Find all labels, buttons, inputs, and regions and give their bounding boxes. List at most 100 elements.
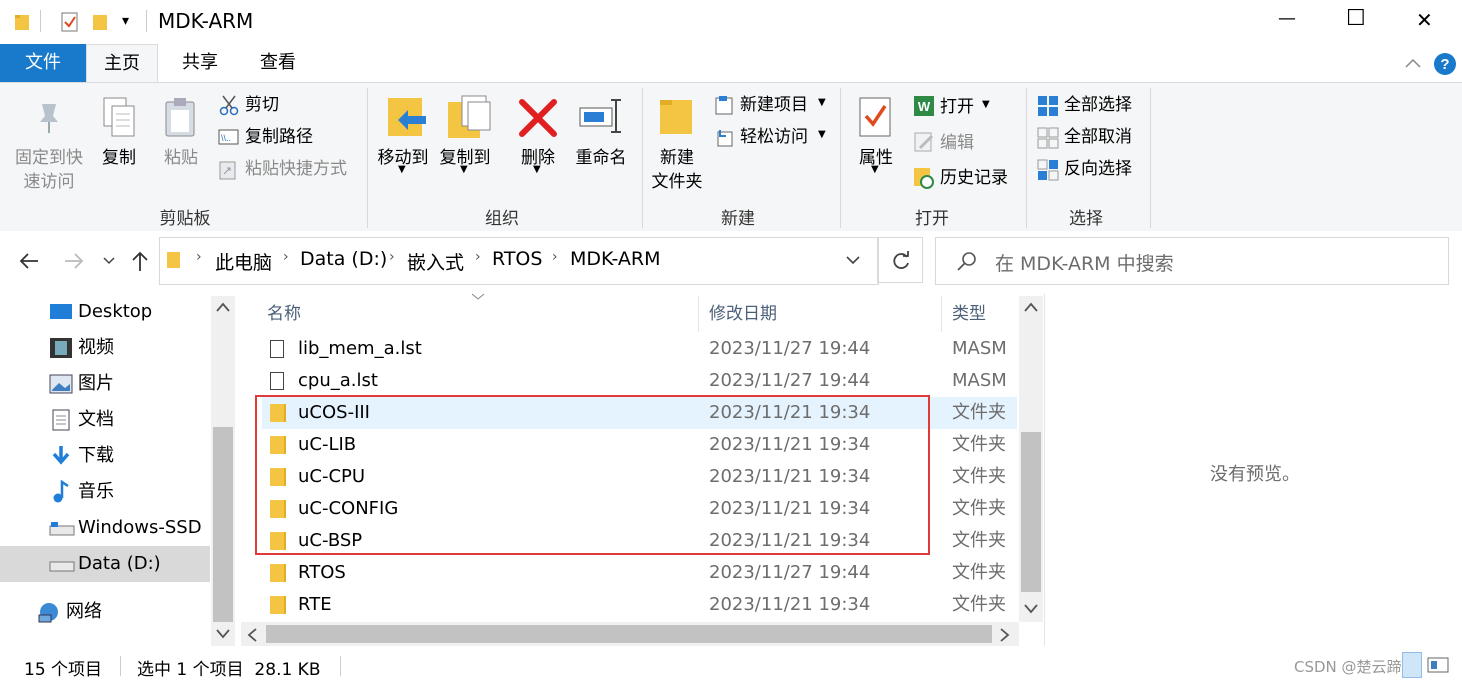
- table-row[interactable]: cpu_a.lst 2023/11/27 19:44 MASM: [262, 365, 1017, 397]
- breadcrumb-this-pc[interactable]: 此电脑: [215, 248, 272, 275]
- scroll-right-icon[interactable]: [999, 627, 1011, 643]
- forward-arrow-icon[interactable]: [62, 250, 86, 272]
- invert-selection-button[interactable]: 反向选择: [1064, 157, 1132, 181]
- collapse-ribbon-icon[interactable]: [1404, 56, 1422, 70]
- column-divider[interactable]: [941, 296, 942, 332]
- documents-icon: [52, 409, 70, 431]
- file-name: RTOS: [298, 562, 346, 583]
- nav-item-desktop[interactable]: Desktop: [0, 294, 210, 330]
- select-none-button[interactable]: 全部取消: [1064, 125, 1132, 149]
- history-button[interactable]: 历史记录: [940, 166, 1008, 190]
- back-arrow-icon[interactable]: [18, 250, 42, 272]
- new-folder-icon[interactable]: [658, 96, 696, 138]
- breadcrumb-separator-icon[interactable]: ›: [389, 249, 395, 265]
- select-all-button[interactable]: 全部选择: [1064, 93, 1132, 117]
- move-to-icon[interactable]: [386, 94, 430, 142]
- copy-button[interactable]: 复制: [96, 146, 142, 170]
- breadcrumb-separator-icon[interactable]: ›: [196, 249, 202, 265]
- open-button[interactable]: 打开: [940, 95, 974, 119]
- file-type: 文件夹: [952, 402, 1006, 423]
- scroll-up-icon[interactable]: [1023, 301, 1039, 313]
- open-dropdown-icon[interactable]: ▼: [982, 99, 990, 110]
- tab-view[interactable]: 查看: [242, 44, 314, 82]
- nav-item-network[interactable]: 网络: [0, 594, 210, 630]
- nav-item-documents[interactable]: 文档: [0, 402, 210, 438]
- properties-icon[interactable]: [856, 94, 896, 140]
- new-folder-qat-icon[interactable]: [92, 12, 110, 32]
- pin-icon[interactable]: [32, 100, 66, 136]
- folder-icon: [270, 564, 286, 582]
- rename-icon[interactable]: [578, 96, 624, 136]
- copy-path-button[interactable]: 复制路径: [245, 125, 313, 149]
- file-type: MASM: [952, 370, 1007, 391]
- delete-icon[interactable]: [518, 98, 558, 138]
- nav-item-data-d[interactable]: Data (D:): [0, 546, 210, 582]
- easy-access-dropdown-icon[interactable]: ▼: [818, 129, 826, 140]
- file-list-scrollbar-thumb[interactable]: [1021, 432, 1041, 592]
- paste-icon[interactable]: [162, 96, 200, 140]
- properties-dropdown-icon[interactable]: ▼: [871, 164, 879, 175]
- table-row[interactable]: RTE 2023/11/21 19:34 文件夹: [262, 589, 1017, 621]
- nav-label: 下载: [78, 445, 114, 466]
- tab-file[interactable]: 文件: [0, 44, 86, 82]
- table-row[interactable]: RTOS 2023/11/27 19:44 文件夹: [262, 557, 1017, 589]
- breadcrumb-embedded[interactable]: 嵌入式: [407, 248, 464, 275]
- copy-icon[interactable]: [100, 96, 140, 140]
- paste-shortcut-button[interactable]: 粘贴快捷方式: [245, 157, 347, 181]
- refresh-icon: [893, 251, 909, 269]
- pin-quick-access-button[interactable]: 固定到快 速访问: [10, 146, 88, 194]
- cut-button[interactable]: 剪切: [245, 93, 279, 117]
- nav-label: Data (D:): [78, 553, 161, 574]
- close-button[interactable]: ✕: [1416, 8, 1433, 32]
- nav-item-videos[interactable]: 视频: [0, 330, 210, 366]
- no-preview-text: 没有预览。: [1210, 464, 1300, 485]
- nav-item-windows-ssd[interactable]: Windows-SSD (: [0, 510, 210, 574]
- details-view-button[interactable]: [1402, 652, 1422, 678]
- search-input[interactable]: 在 MDK-ARM 中搜索: [995, 249, 1174, 276]
- maximize-button[interactable]: ☐: [1346, 6, 1366, 31]
- delete-dropdown-icon[interactable]: ▼: [533, 164, 541, 175]
- rename-button[interactable]: 重命名: [570, 146, 632, 170]
- scroll-down-icon[interactable]: [1023, 602, 1039, 614]
- minimize-button[interactable]: —: [1278, 8, 1296, 29]
- breadcrumb-separator-icon[interactable]: ›: [475, 249, 481, 265]
- refresh-button[interactable]: [877, 237, 923, 283]
- new-item-dropdown-icon[interactable]: ▼: [818, 97, 826, 108]
- edit-button[interactable]: 编辑: [940, 131, 974, 155]
- breadcrumb-separator-icon[interactable]: ›: [552, 249, 558, 265]
- breadcrumb-separator-icon[interactable]: ›: [283, 249, 289, 265]
- nav-pane-scrollbar-thumb[interactable]: [213, 427, 233, 622]
- large-icons-view-icon[interactable]: [1426, 656, 1450, 674]
- properties-qat-icon[interactable]: [60, 11, 80, 33]
- new-item-button[interactable]: 新建项目: [740, 93, 808, 117]
- paste-button[interactable]: 粘贴: [158, 146, 204, 170]
- scroll-down-icon[interactable]: [215, 627, 231, 639]
- qat-dropdown-icon[interactable]: ▾: [122, 13, 129, 29]
- column-header-name[interactable]: 名称: [267, 300, 301, 328]
- folder-icon[interactable]: [14, 12, 32, 32]
- tab-share[interactable]: 共享: [164, 44, 236, 82]
- column-divider[interactable]: [698, 296, 699, 332]
- tab-home[interactable]: 主页: [86, 44, 158, 82]
- file-list-hscrollbar-thumb[interactable]: [266, 625, 992, 643]
- copy-to-icon[interactable]: [446, 94, 492, 142]
- recent-locations-icon[interactable]: [102, 256, 116, 266]
- nav-item-music[interactable]: 音乐: [0, 474, 210, 510]
- help-icon[interactable]: ?: [1433, 52, 1457, 76]
- nav-item-pictures[interactable]: 图片: [0, 366, 210, 402]
- column-header-type[interactable]: 类型: [952, 300, 986, 328]
- scroll-up-icon[interactable]: [215, 301, 231, 313]
- copy-to-dropdown-icon[interactable]: ▼: [460, 164, 468, 175]
- address-dropdown-icon[interactable]: [845, 255, 861, 267]
- scroll-left-icon[interactable]: [246, 627, 258, 643]
- new-folder-button[interactable]: 新建 文件夹: [646, 146, 708, 194]
- breadcrumb-rtos[interactable]: RTOS: [492, 248, 542, 270]
- table-row[interactable]: lib_mem_a.lst 2023/11/27 19:44 MASM: [262, 333, 1017, 365]
- column-header-date[interactable]: 修改日期: [709, 300, 777, 328]
- move-to-dropdown-icon[interactable]: ▼: [398, 164, 406, 175]
- nav-item-downloads[interactable]: 下载: [0, 438, 210, 474]
- up-arrow-icon[interactable]: [130, 249, 150, 273]
- breadcrumb-data-d[interactable]: Data (D:): [300, 248, 387, 270]
- breadcrumb-mdk-arm[interactable]: MDK-ARM: [570, 248, 661, 270]
- easy-access-button[interactable]: 轻松访问: [740, 125, 808, 149]
